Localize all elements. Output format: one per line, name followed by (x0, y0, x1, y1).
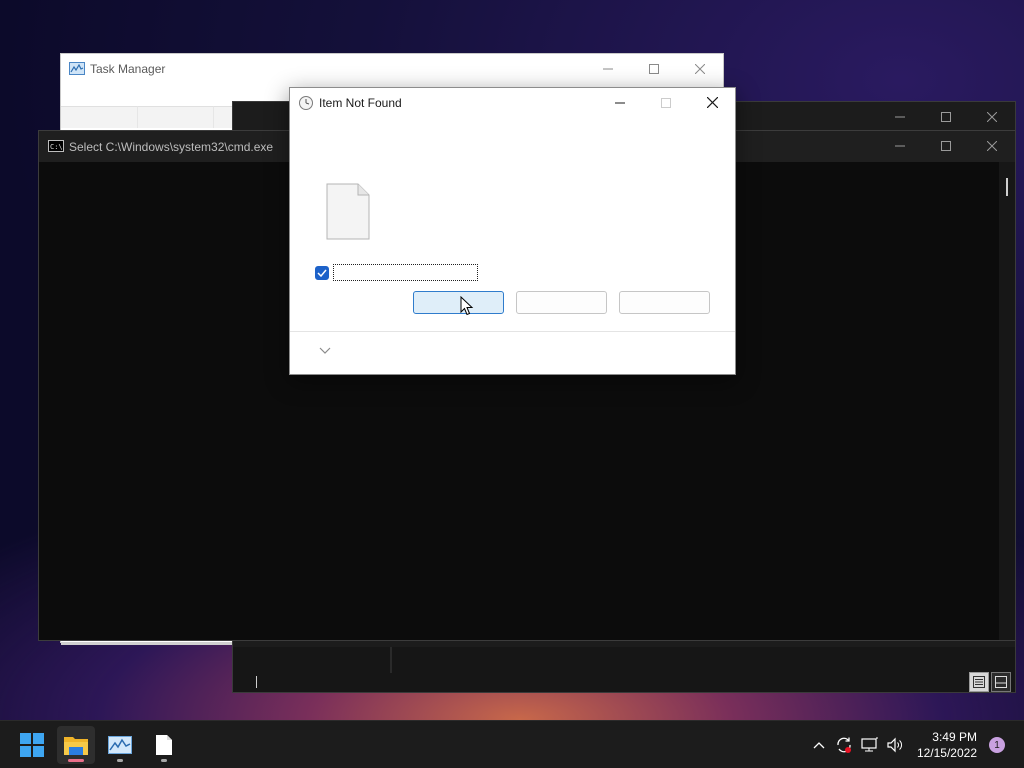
details-view-button[interactable] (969, 672, 989, 692)
dialog-button-primary[interactable] (413, 291, 504, 314)
maximize-button[interactable] (923, 102, 969, 132)
mouse-pointer-icon (460, 296, 474, 316)
cmd-icon: C:\ (48, 140, 64, 152)
cmd-scroll-thumb[interactable] (1006, 178, 1008, 196)
close-button[interactable] (969, 102, 1015, 132)
checkmark-icon (317, 269, 327, 277)
notification-badge[interactable]: 1 (989, 737, 1005, 753)
speaker-icon (887, 737, 902, 753)
active-indicator (68, 759, 84, 762)
text-cursor (256, 676, 257, 688)
clock-time: 3:49 PM (932, 730, 977, 744)
close-icon (706, 97, 718, 108)
document-icon (326, 183, 370, 240)
folder-icon (64, 737, 88, 755)
maximize-button[interactable] (923, 131, 969, 161)
minimize-button[interactable] (877, 131, 923, 161)
maximize-icon (941, 141, 951, 151)
maximize-icon (649, 64, 659, 74)
tab[interactable] (137, 106, 215, 128)
clock[interactable]: 3:49 PM 12/15/2022 (917, 729, 977, 761)
checkbox[interactable] (315, 266, 329, 280)
chevron-down-icon[interactable] (319, 347, 331, 355)
close-button[interactable] (969, 131, 1015, 161)
close-icon (987, 112, 997, 122)
sync-icon (837, 737, 851, 753)
cmd-title: Select C:\Windows\system32\cmd.exe (69, 140, 274, 154)
dialog-title: Item Not Found (319, 96, 402, 110)
dialog-titlebar[interactable]: Item Not Found (290, 88, 735, 117)
details-view-icon (973, 676, 985, 688)
running-indicator (117, 759, 123, 762)
maximize-icon (941, 112, 951, 122)
pane-segment (233, 647, 391, 673)
maximize-button[interactable] (631, 54, 677, 84)
minimize-icon (615, 102, 625, 103)
windows-logo-icon (20, 733, 44, 757)
start-button[interactable] (13, 726, 51, 764)
maximize-icon (661, 97, 671, 108)
clock-date: 12/15/2022 (916, 746, 977, 760)
minimize-icon (895, 116, 905, 118)
svg-text:C:\: C:\ (50, 143, 63, 151)
cmd-scrollbar[interactable] (999, 162, 1015, 640)
running-indicator (161, 759, 167, 762)
minimize-button[interactable] (585, 54, 631, 84)
close-icon (987, 141, 997, 151)
minimize-button[interactable] (877, 102, 923, 132)
task-manager-icon (108, 736, 132, 754)
task-manager-title: Task Manager (90, 62, 166, 76)
document-icon (156, 735, 172, 755)
checkbox-label[interactable] (333, 264, 478, 281)
close-button[interactable] (677, 54, 723, 84)
minimize-icon (603, 68, 613, 70)
minimize-button[interactable] (597, 88, 643, 117)
taskbar-notepad[interactable] (145, 726, 183, 764)
tab[interactable] (61, 106, 138, 128)
preview-view-icon (995, 676, 1007, 688)
volume-button[interactable] (884, 734, 906, 756)
show-hidden-icons-button[interactable] (808, 734, 830, 756)
taskbar-task-manager[interactable] (101, 726, 139, 764)
minimize-icon (895, 145, 905, 147)
task-manager-titlebar[interactable]: Task Manager (61, 54, 723, 84)
preview-view-button[interactable] (991, 672, 1011, 692)
chevron-up-icon (813, 742, 825, 749)
pane-divider (391, 647, 392, 673)
maximize-button (643, 88, 689, 117)
item-not-found-dialog[interactable]: Item Not Found (289, 87, 736, 375)
close-icon (695, 64, 705, 74)
sync-status-button[interactable] (833, 734, 855, 756)
taskbar-file-explorer[interactable] (57, 726, 95, 764)
task-manager-icon (69, 62, 85, 75)
network-monitor-icon (861, 737, 878, 752)
close-button[interactable] (689, 88, 735, 117)
dialog-button-secondary[interactable] (516, 291, 607, 314)
taskbar: 3:49 PM 12/15/2022 1 (0, 720, 1024, 768)
network-button[interactable] (859, 734, 881, 756)
clock-icon (299, 96, 313, 110)
dialog-divider (290, 331, 735, 332)
system-tray (808, 721, 906, 768)
dialog-button-tertiary[interactable] (619, 291, 710, 314)
